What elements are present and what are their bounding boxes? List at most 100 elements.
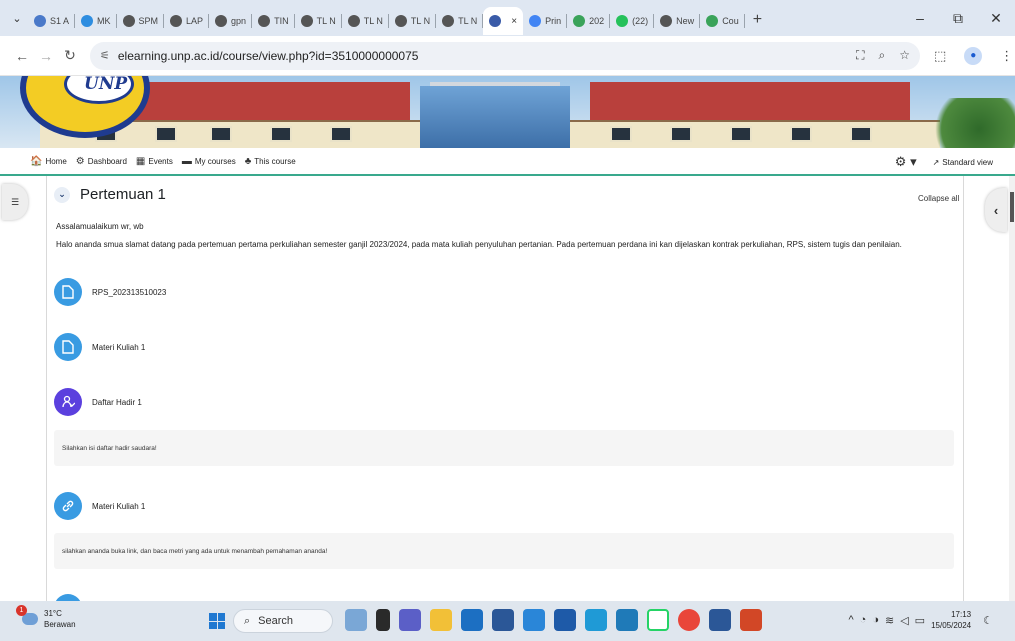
tab-favicon-icon	[347, 15, 360, 27]
home-icon: 🏠	[30, 155, 43, 167]
activity-item[interactable]: Materi Kuliah 1	[54, 492, 145, 520]
chevron-up-icon[interactable]: ^	[849, 614, 854, 626]
browser-tab[interactable]: TL N	[342, 7, 390, 35]
new-tab-button[interactable]: +	[745, 11, 770, 29]
zoom-icon[interactable]: ⌕	[879, 48, 886, 63]
scrollbar-thumb[interactable]	[1010, 192, 1014, 222]
activity-item[interactable]: Daftar Hadir 1	[54, 388, 142, 416]
back-arrow-icon[interactable]: ←	[10, 48, 34, 64]
activity-description: Silahkan isi daftar hadir saudara!	[54, 430, 954, 466]
nav-my-courses[interactable]: ▬ My courses	[182, 156, 236, 167]
bookmark-star-icon[interactable]: ☆	[899, 48, 910, 63]
nav-label: Dashboard	[87, 156, 127, 166]
collapse-all-link[interactable]: Collapse all	[918, 194, 959, 203]
settings-gear-icon[interactable]: ⚙ ▾	[895, 154, 917, 170]
chrome-icon[interactable]	[678, 609, 700, 631]
clock-date: 15/05/2024	[931, 621, 972, 630]
browser-tab[interactable]: SPM	[117, 7, 165, 35]
course-index-drawer-button[interactable]: ☰	[2, 184, 28, 220]
notification-icon[interactable]: ☾	[983, 614, 993, 627]
minimize-button[interactable]: –	[901, 10, 939, 26]
dashboard-icon: ⚙	[75, 155, 85, 167]
chevron-down-icon[interactable]: ⌄	[54, 186, 70, 203]
browser-tab[interactable]: gpn	[209, 7, 253, 35]
taskbar-search-box[interactable]: ⌕ Search	[233, 609, 333, 633]
tab-search-menu-icon[interactable]: ⌄	[6, 7, 28, 29]
nav-this-course[interactable]: ♣ This course	[245, 156, 296, 167]
edge-icon[interactable]	[585, 609, 607, 631]
clock[interactable]: 17:13 15/05/2024	[931, 609, 971, 631]
store-icon[interactable]	[554, 609, 576, 631]
weather-temp: 31°C	[44, 609, 62, 618]
attendance-icon	[54, 388, 82, 416]
start-tile	[209, 621, 217, 629]
reload-icon[interactable]: ↻	[58, 47, 82, 64]
task-view-icon[interactable]	[376, 609, 390, 631]
browser-tab[interactable]: (22)	[610, 7, 655, 35]
file-icon[interactable]	[54, 594, 82, 601]
active-tab-close-icon[interactable]: ×	[511, 16, 517, 27]
browser-tab[interactable]: New	[654, 7, 701, 35]
wifi-icon[interactable]: ≋	[885, 614, 894, 627]
banner-window	[155, 126, 177, 142]
battery-icon[interactable]: ▭	[915, 614, 925, 627]
site-banner: UNP	[0, 76, 1015, 148]
section-title[interactable]: Pertemuan 1	[80, 186, 166, 203]
nav-dashboard[interactable]: ⚙ Dashboard	[76, 156, 127, 167]
browser-tab[interactable]: S1 A	[28, 7, 76, 35]
weather-widget[interactable]: 1 31°C Berawan	[16, 605, 76, 630]
browser-tab[interactable]: TIN	[252, 7, 295, 35]
browser-tab[interactable]: Prin	[523, 7, 568, 35]
activity-name[interactable]: Daftar Hadir 1	[92, 398, 142, 407]
browser-tab[interactable]: LAP	[164, 7, 210, 35]
url-text[interactable]: elearning.unp.ac.id/course/view.php?id=3…	[118, 49, 419, 63]
site-info-icon[interactable]: ⚟	[100, 49, 110, 62]
browser-tab[interactable]: 202	[567, 7, 611, 35]
browser-tab[interactable]: TL N	[295, 7, 342, 35]
restore-button[interactable]: ⧉	[939, 10, 977, 27]
mail-icon[interactable]	[461, 609, 483, 631]
copilot-icon[interactable]	[523, 609, 545, 631]
browser-tab[interactable]: MK	[75, 7, 117, 35]
banner-window	[610, 126, 632, 142]
tab-favicon-icon	[442, 15, 455, 27]
volume-icon[interactable]: ◁	[900, 614, 908, 627]
address-bar[interactable]: ⚟ elearning.unp.ac.id/course/view.php?id…	[90, 41, 920, 70]
whatsapp-icon[interactable]	[647, 609, 669, 631]
word-online-icon[interactable]	[492, 609, 514, 631]
teams-chat-icon[interactable]	[399, 609, 421, 631]
browser-tab[interactable]: TL N	[389, 7, 437, 35]
word-icon[interactable]	[709, 609, 731, 631]
nav-events[interactable]: ▦ Events	[136, 156, 173, 167]
tray-app-icon[interactable]: ◑	[872, 614, 879, 626]
file-icon	[54, 333, 82, 361]
profile-avatar-icon[interactable]: ●	[964, 46, 983, 65]
windows-start-icon[interactable]	[209, 613, 225, 629]
activity-name[interactable]: RPS_202313510023	[92, 288, 166, 297]
translate-icon[interactable]: ⛶	[856, 48, 864, 63]
game-app-icon[interactable]	[345, 609, 367, 631]
photos-icon[interactable]	[616, 609, 638, 631]
tab-label: Cou	[722, 16, 739, 26]
browser-menu-icon[interactable]: ⋮	[1000, 48, 1013, 64]
file-explorer-icon[interactable]	[430, 609, 452, 631]
activity-item[interactable]: RPS_202313510023	[54, 278, 166, 306]
activity-name[interactable]: Materi Kuliah 1	[92, 343, 145, 352]
browser-tab[interactable]: Cou	[700, 7, 745, 35]
active-tab[interactable]: ×	[483, 7, 524, 35]
page-scrollbar[interactable]	[1009, 176, 1015, 601]
tray-app-icon[interactable]: ◔	[860, 614, 867, 626]
browser-tab-strip: ⌄ S1 A MK SPM LAP gpn TIN TL N TL N TL N TL N × P…	[0, 0, 1015, 36]
activity-name[interactable]: Materi Kuliah 1	[92, 502, 145, 511]
extensions-icon[interactable]: ⬚	[934, 48, 946, 64]
standard-view-toggle[interactable]: ↗ Standard view	[933, 158, 993, 167]
nav-home[interactable]: 🏠 Home	[30, 156, 67, 167]
powerpoint-icon[interactable]	[740, 609, 762, 631]
forward-arrow-icon[interactable]: →	[34, 48, 58, 64]
browser-tab[interactable]: TL N	[436, 7, 484, 35]
banner-roof-left	[120, 82, 410, 120]
close-window-button[interactable]: ✕	[977, 10, 1015, 27]
window-controls: – ⧉ ✕	[901, 0, 1015, 36]
activity-item[interactable]: Materi Kuliah 1	[54, 333, 145, 361]
block-drawer-button[interactable]: ‹	[985, 188, 1007, 232]
